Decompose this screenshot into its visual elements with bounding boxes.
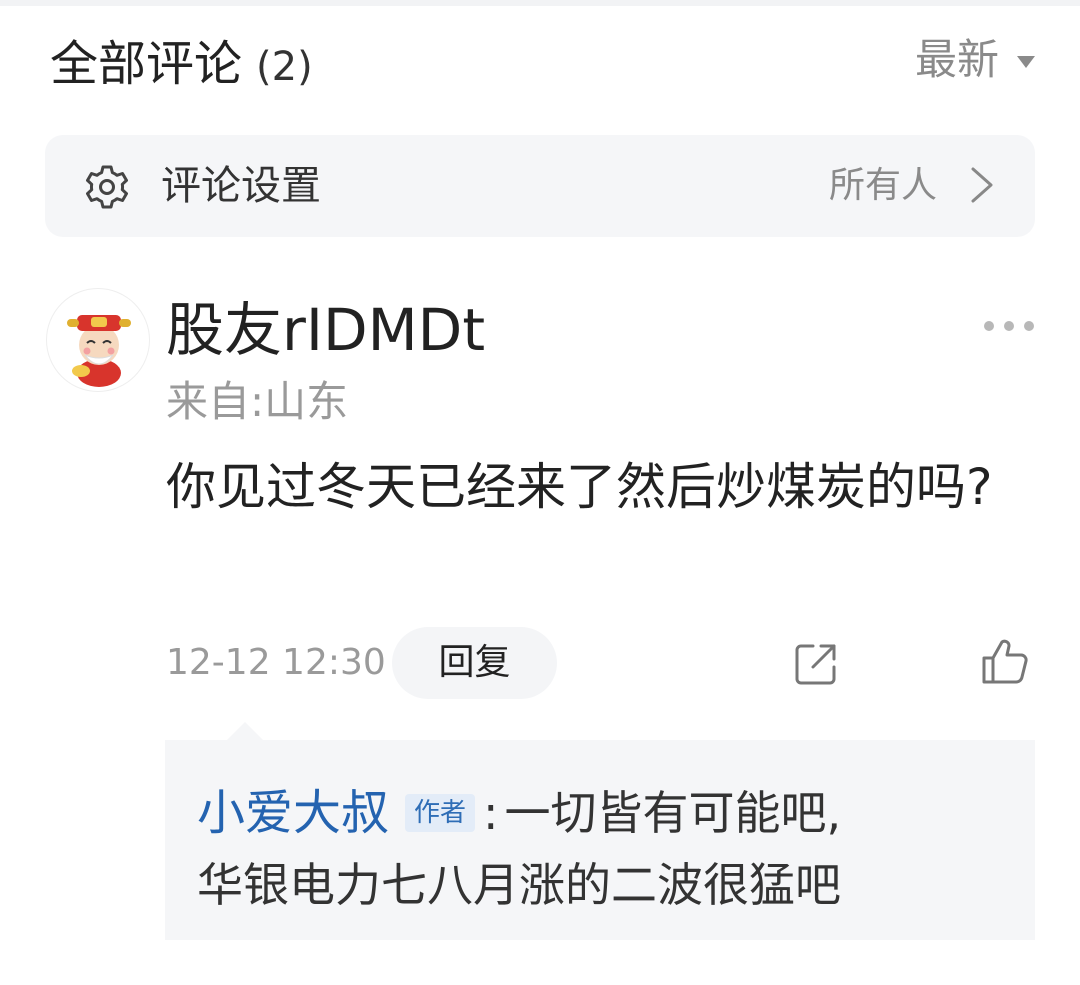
comment-location: 来自:山东	[166, 377, 349, 426]
comment-settings-label: 评论设置	[161, 163, 321, 209]
comment-username[interactable]: 股友rIDMDt	[166, 292, 485, 368]
author-reply-box[interactable]: 小爱大叔 作者: 一切皆有可能吧, 华银电力七八月涨的二波很猛吧	[165, 722, 1035, 940]
reply-separator: :	[483, 786, 499, 840]
reply-button[interactable]: 回复	[392, 627, 557, 699]
share-icon[interactable]	[793, 641, 839, 687]
reply-author-name[interactable]: 小爱大叔	[197, 785, 389, 841]
comments-title-label: 全部评论	[50, 36, 243, 92]
comment-text: 你见过冬天已经来了然后炒煤炭的吗?	[166, 458, 993, 516]
avatar[interactable]	[46, 288, 150, 392]
chevron-right-icon	[971, 167, 993, 203]
comment-timestamp: 12-12 12:30	[166, 642, 386, 683]
author-badge: 作者	[405, 794, 476, 832]
reply-line-2: 华银电力七八月涨的二波很猛吧	[197, 850, 1017, 920]
reply-box-pointer	[227, 722, 263, 740]
dropdown-triangle-icon	[1017, 56, 1035, 68]
reply-text-line1: 一切皆有可能吧,	[504, 786, 842, 840]
comment-settings-row[interactable]: 评论设置 所有人	[45, 135, 1035, 237]
avatar-character-icon	[67, 315, 131, 387]
gear-icon	[86, 165, 128, 209]
thumbs-up-icon[interactable]	[980, 638, 1030, 686]
reply-line-1: 小爱大叔 作者: 一切皆有可能吧,	[197, 778, 1017, 848]
comments-header: 全部评论 (2) 最新	[50, 32, 1035, 96]
dot	[1004, 321, 1014, 331]
top-divider	[0, 0, 1080, 6]
comment-settings-value: 所有人	[828, 165, 937, 206]
reply-text-line2: 华银电力七八月涨的二波很猛吧	[197, 858, 841, 912]
comments-count: (2)	[256, 44, 313, 90]
comments-title: 全部评论 (2)	[50, 32, 313, 99]
dot	[1024, 321, 1034, 331]
sort-label: 最新	[914, 35, 999, 84]
dot	[984, 321, 994, 331]
more-dots-icon[interactable]	[984, 318, 1034, 334]
sort-dropdown[interactable]: 最新	[915, 32, 1035, 88]
